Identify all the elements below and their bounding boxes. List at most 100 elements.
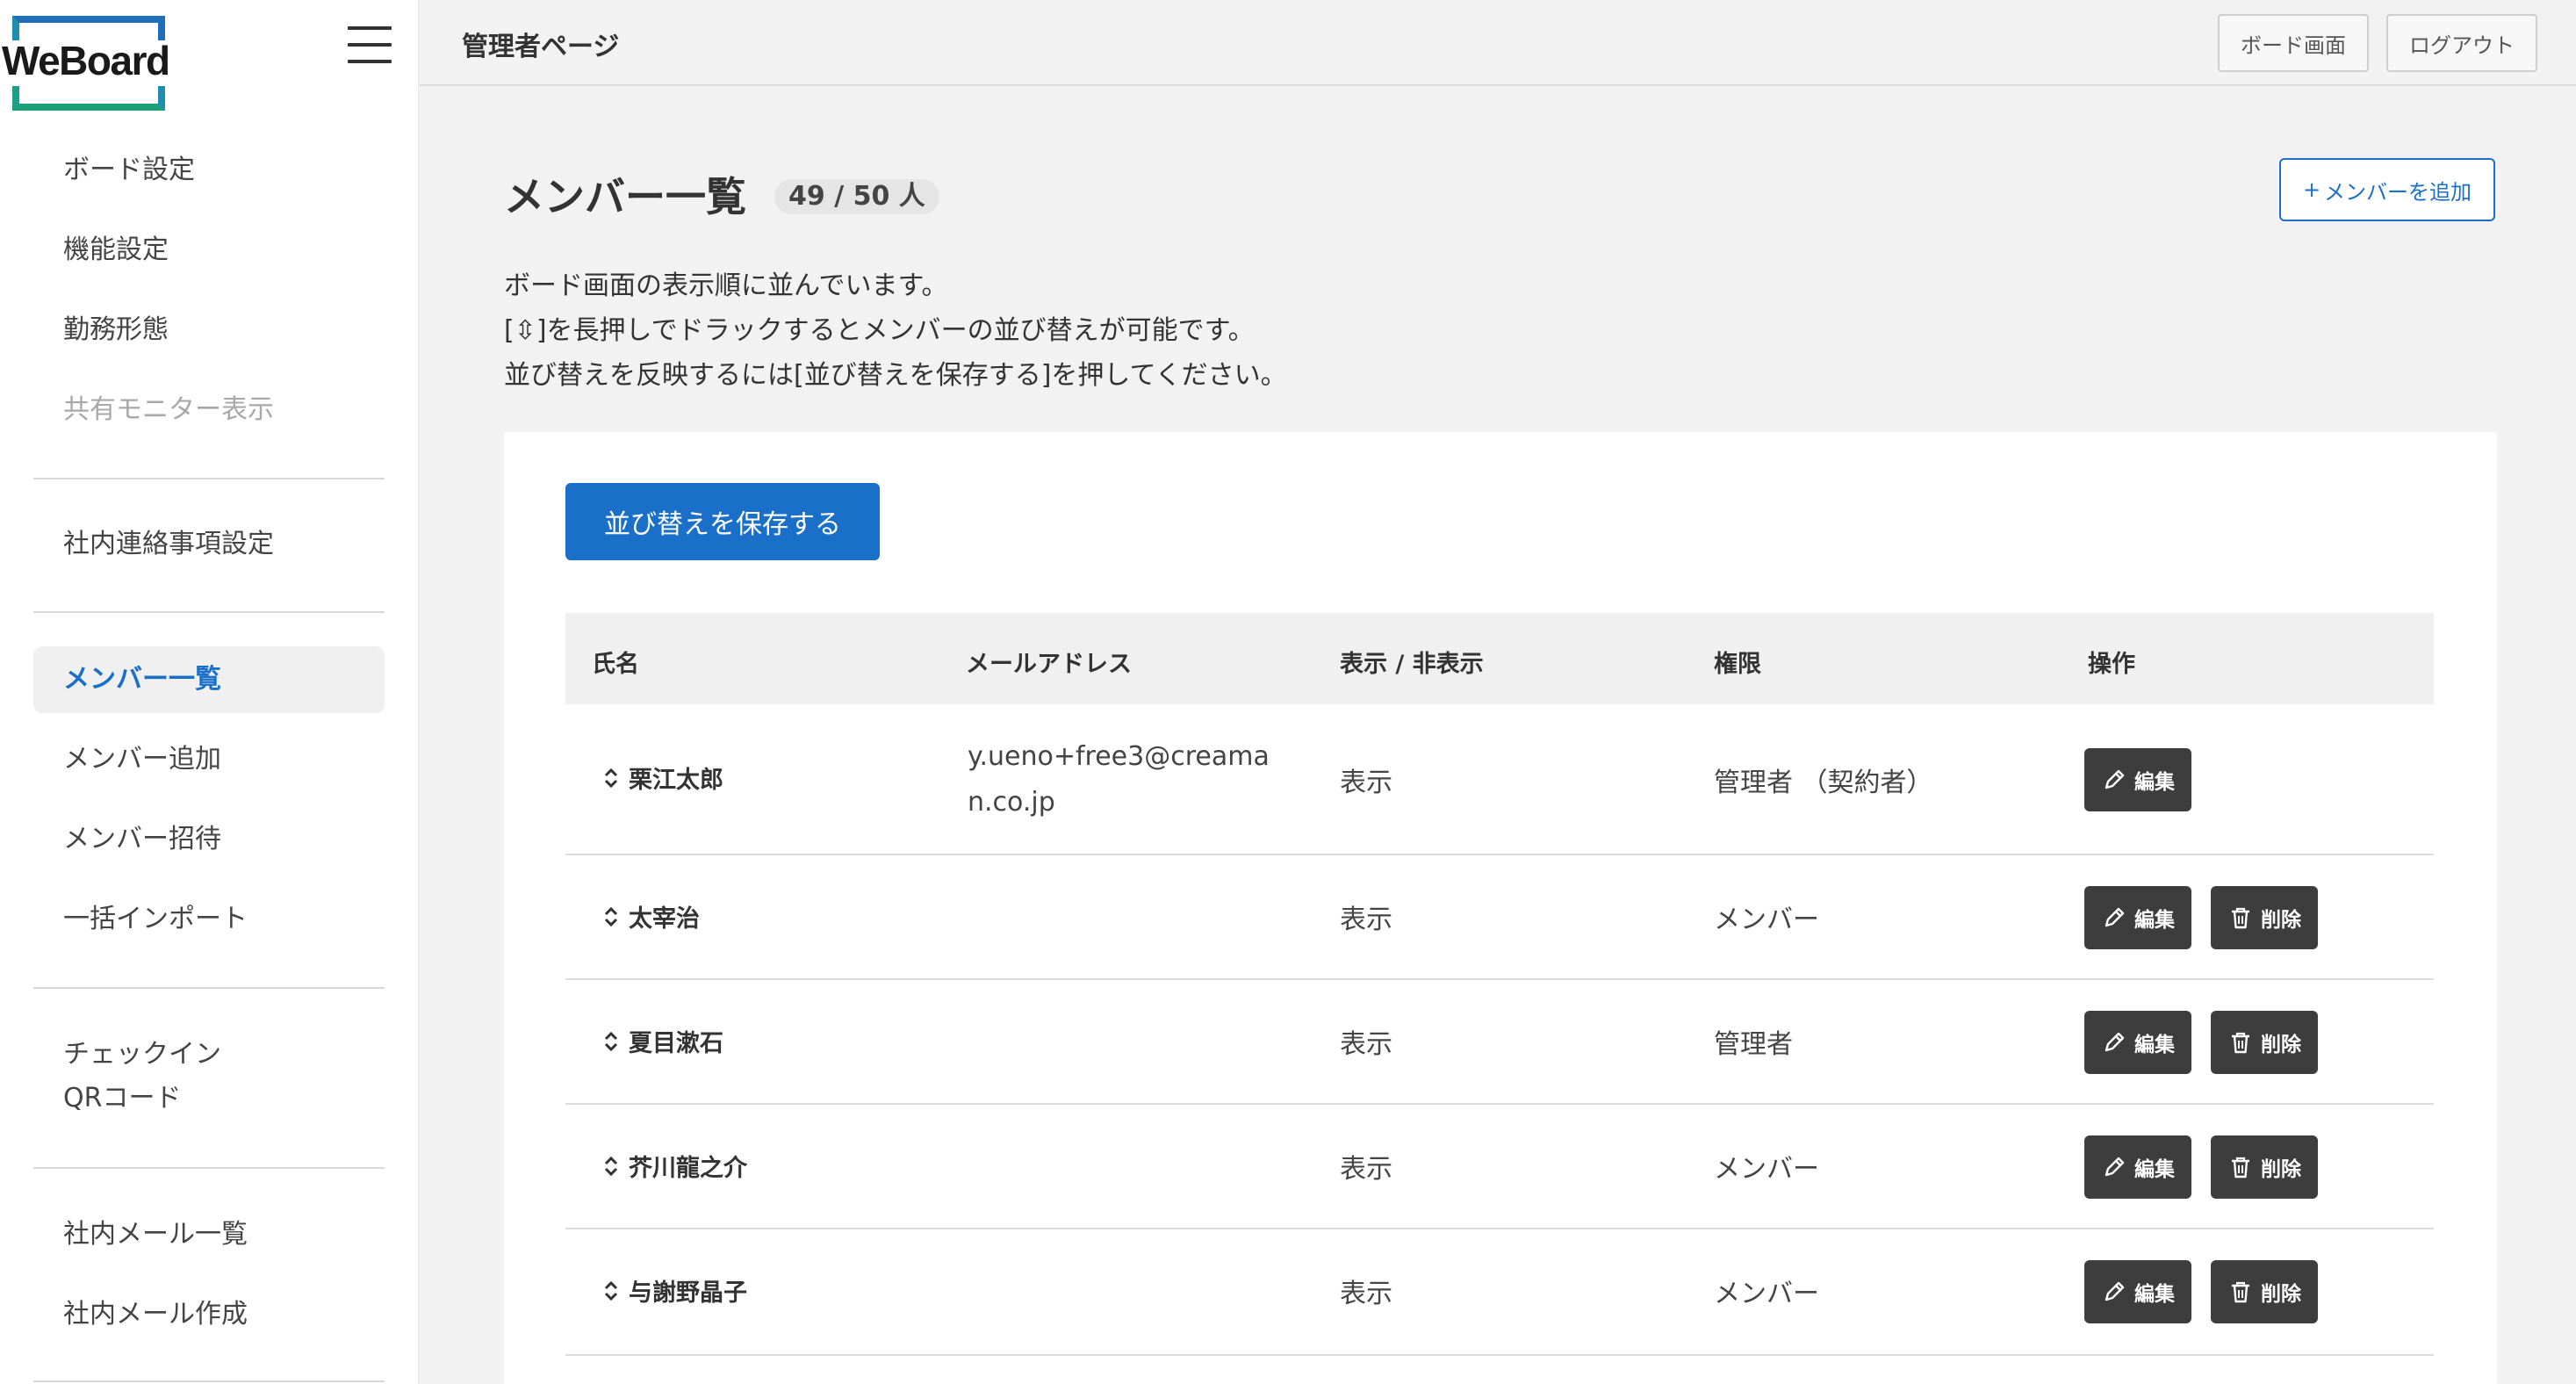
sidebar-item-member-list[interactable]: メンバー一覧 [33,646,385,713]
column-header-visibility: 表示 / 非表示 [1340,651,1484,678]
sidebar-item-mail-compose[interactable]: 社内メール作成 [33,1281,385,1348]
edit-button[interactable]: 編集 [2084,886,2191,949]
save-order-button[interactable]: 並び替えを保存する [565,483,880,560]
logo-bracket-bottom [12,86,165,111]
page-header-title: 管理者ページ [462,32,620,62]
board-screen-button[interactable]: ボード画面 [2218,14,2369,72]
description-line: ボード画面の表示順に並んでいます。 [504,270,948,301]
member-role: 管理者 [1714,1029,1793,1060]
delete-button[interactable]: 削除 [2211,1011,2318,1074]
drag-handle-icon[interactable] [601,1028,622,1055]
delete-label: 削除 [2261,1034,2301,1056]
sidebar-item-feature-settings[interactable]: 機能設定 [33,217,385,284]
delete-button[interactable]: 削除 [2211,886,2318,949]
delete-label: 削除 [2261,909,2301,932]
trash-icon [2232,1032,2249,1054]
trash-icon [2232,1281,2249,1303]
logo-text: WeBoard [0,38,171,83]
member-name-cell: 栗江太郎 [601,760,723,795]
pencil-icon [2105,1032,2125,1052]
edit-label: 編集 [2134,1034,2175,1056]
sidebar-divider [33,987,385,989]
member-count-badge: 49 / 50 人 [774,179,939,214]
sidebar-item-add-member[interactable]: メンバー追加 [33,726,385,793]
member-name-cell: 芥川龍之介 [601,1149,747,1183]
sidebar-item-checkin-qr[interactable]: チェックイン QRコード [33,1027,385,1126]
menu-icon-line [348,60,392,63]
edit-label: 編集 [2134,1283,2175,1306]
sidebar-item-bulk-import[interactable]: 一括インポート [33,886,385,953]
trash-icon [2232,907,2249,929]
member-name-cell: 与謝野晶子 [601,1273,747,1308]
table-row: 夏目漱石 表示 管理者 編集 削除 [565,980,2434,1105]
sidebar-item-work-styles[interactable]: 勤務形態 [33,297,385,364]
sidebar-item-notice-settings[interactable]: 社内連絡事項設定 [33,511,385,578]
member-name: 太宰治 [629,905,700,933]
edit-label: 編集 [2134,1158,2175,1181]
pencil-icon [2105,1157,2125,1177]
table-row: 太宰治 表示 メンバー 編集 削除 [565,855,2434,980]
column-header-role: 権限 [1714,651,1761,678]
pencil-icon [2105,1281,2125,1301]
page-title: メンバー一覧 [504,173,746,220]
delete-label: 削除 [2261,1158,2301,1181]
edit-button[interactable]: 編集 [2084,748,2191,811]
edit-label: 編集 [2134,771,2175,794]
sidebar-divider [33,611,385,613]
member-role: 管理者 （契約者） [1714,768,1933,798]
add-member-label: メンバーを追加 [2324,179,2472,205]
drag-handle-icon[interactable] [601,765,622,791]
drag-handle-icon[interactable] [601,1153,622,1179]
delete-button[interactable]: 削除 [2211,1135,2318,1199]
member-name: 栗江太郎 [629,767,723,794]
sidebar-divider [33,478,385,479]
member-visibility: 表示 [1340,1029,1392,1060]
member-name-cell: 太宰治 [601,899,700,933]
sidebar-divider [33,1380,385,1382]
member-name: 与謝野晶子 [629,1279,747,1307]
trash-icon [2232,1157,2249,1179]
drag-handle-icon[interactable] [601,904,622,930]
member-name-cell: 夏目漱石 [601,1024,723,1058]
member-visibility: 表示 [1340,768,1392,798]
weboard-logo[interactable]: WeBoard [0,16,176,114]
table-row: 与謝野晶子 表示 メンバー 編集 削除 [565,1229,2434,1356]
member-email-line: y.ueno+free3@creama [968,741,1270,772]
add-member-button[interactable]: + メンバーを追加 [2279,158,2495,221]
drag-handle-icon[interactable] [601,1278,622,1304]
table-row: 芥川龍之介 表示 メンバー 編集 削除 [565,1105,2434,1229]
table-header: 氏名 メールアドレス 表示 / 非表示 権限 操作 [565,613,2434,704]
menu-icon-line [348,26,392,30]
pencil-icon [2105,907,2125,927]
member-visibility: 表示 [1340,905,1392,935]
member-email: y.ueno+free3@creama n.co.jp [968,734,1301,825]
delete-label: 削除 [2261,1283,2301,1306]
sidebar-item-label: チェックイン [63,1039,221,1070]
member-email-line: n.co.jp [968,787,1055,818]
description-line: [⇳]を長押しでドラックするとメンバーの並び替えが可能です。 [504,315,1255,346]
menu-icon[interactable] [348,26,392,63]
sidebar-item-invite-member[interactable]: メンバー招待 [33,806,385,873]
menu-icon-line [348,43,392,47]
sidebar-item-board-settings[interactable]: ボード設定 [33,137,385,204]
member-role: メンバー [1714,1154,1819,1185]
sidebar-item-mail-list[interactable]: 社内メール一覧 [33,1201,385,1268]
logout-button[interactable]: ログアウト [2386,14,2537,72]
column-header-actions: 操作 [2088,651,2135,678]
top-header: 管理者ページ ボード画面 ログアウト [420,0,2576,86]
delete-button[interactable]: 削除 [2211,1260,2318,1323]
edit-button[interactable]: 編集 [2084,1260,2191,1323]
edit-button[interactable]: 編集 [2084,1135,2191,1199]
member-name: 芥川龍之介 [629,1155,747,1182]
member-role: メンバー [1714,905,1819,935]
column-header-email: メールアドレス [966,651,1132,678]
edit-button[interactable]: 編集 [2084,1011,2191,1074]
sidebar: WeBoard ボード設定 機能設定 勤務形態 共有モニター表示 社内連絡事項設… [0,0,419,1384]
member-visibility: 表示 [1340,1154,1392,1185]
description-line: 並び替えを反映するには[並び替えを保存する]を押してください。 [504,360,1287,391]
plus-icon: + [2302,177,2321,202]
member-role: メンバー [1714,1279,1819,1309]
table-row: 栗江太郎 y.ueno+free3@creama n.co.jp 表示 管理者 … [565,704,2434,855]
edit-label: 編集 [2134,909,2175,932]
pencil-icon [2105,769,2125,789]
